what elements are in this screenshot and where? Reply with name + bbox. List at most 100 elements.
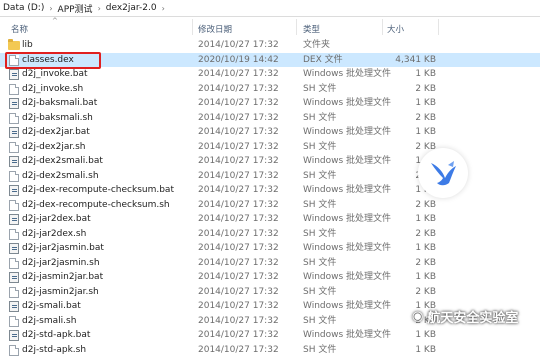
column-date[interactable]: 修改日期 xyxy=(198,23,232,35)
file-type: SH 文件 xyxy=(303,83,336,96)
chevron-right-icon[interactable]: › xyxy=(160,4,167,13)
file-type: DEX 文件 xyxy=(303,54,343,67)
file-date: 2014/10/27 17:32 xyxy=(198,286,279,299)
column-type[interactable]: 类型 xyxy=(303,23,320,35)
file-row[interactable]: d2j-jasmin2jar.bat2014/10/27 17:32Window… xyxy=(0,270,540,285)
file-date: 2014/10/27 17:32 xyxy=(198,97,279,110)
file-type: SH 文件 xyxy=(303,315,336,328)
file-row[interactable]: d2j-jar2jasmin.sh 2014/10/27 17:32 SH 文件 2 … xyxy=(0,256,540,271)
file-name: d2j-dex-recompute-checksum.bat xyxy=(22,184,174,197)
file-type: Windows 批处理文件 xyxy=(303,329,391,342)
file-name: d2j-jar2jasmin.bat xyxy=(22,242,104,255)
column-divider[interactable] xyxy=(382,19,383,35)
file-date: 2014/10/27 17:32 xyxy=(198,257,279,270)
file-row[interactable]: d2j-baksmali.bat2014/10/27 17:32Windows … xyxy=(0,96,540,111)
batch-file-icon xyxy=(9,330,19,341)
column-divider[interactable] xyxy=(192,19,193,35)
file-row[interactable]: d2j-std-apk.bat 2014/10/27 17:32 Windows 批… xyxy=(0,328,540,343)
column-header: ^ 名称 修改日期 类型 大小 xyxy=(0,17,540,37)
file-name: d2j-smali.sh xyxy=(22,315,76,328)
file-row[interactable]: d2j-baksmali.sh2014/10/27 17:32SH 文件2 KB xyxy=(0,111,540,126)
batch-file-icon xyxy=(9,214,19,225)
file-name: d2j-jar2jasmin.sh xyxy=(22,257,100,270)
file-name: d2j_invoke.bat xyxy=(22,68,88,81)
file-type: Windows 批处理文件 xyxy=(303,97,391,110)
file-row[interactable]: d2j_invoke.sh2014/10/27 17:32SH 文件2 KB xyxy=(0,82,540,97)
file-row[interactable]: d2j-jar2jasmin.bat2014/10/27 17:32Window… xyxy=(0,241,540,256)
file-row[interactable]: d2j_invoke.bat 2014/10/27 17:32 Windows 批处… xyxy=(0,67,540,82)
file-name: d2j-std-apk.sh xyxy=(22,344,86,357)
file-date: 2020/10/19 14:42 xyxy=(198,54,279,67)
file-type: SH 文件 xyxy=(303,199,336,212)
file-name: d2j-smali.bat xyxy=(22,300,81,313)
file-icon xyxy=(9,316,19,327)
file-size: 1 KB xyxy=(415,271,436,284)
file-type: Windows 批处理文件 xyxy=(303,184,391,197)
watermark: ◉ 航天安全实验室 xyxy=(412,304,536,328)
file-name: lib xyxy=(22,39,33,52)
batch-file-icon xyxy=(9,272,19,283)
file-icon xyxy=(9,229,19,240)
file-name: d2j-jasmin2jar.sh xyxy=(22,286,99,299)
breadcrumb: Data (D:) › APP测试 › dex2jar-2.0 › xyxy=(0,0,540,17)
file-size: 1 KB xyxy=(415,344,436,357)
breadcrumb-current[interactable]: dex2jar-2.0 xyxy=(103,3,160,13)
file-row[interactable]: lib2014/10/27 17:32文件夹 xyxy=(0,38,540,53)
file-name: d2j-dex2jar.sh xyxy=(22,141,85,154)
file-size: 4,341 KB xyxy=(395,54,436,67)
file-name: d2j-std-apk.bat xyxy=(22,329,90,342)
folder-icon xyxy=(8,41,20,50)
file-size: 2 KB xyxy=(415,199,436,212)
chevron-right-icon[interactable]: › xyxy=(47,4,54,13)
file-name: d2j-dex2jar.bat xyxy=(22,126,90,139)
column-size[interactable]: 大小 xyxy=(387,23,404,35)
breadcrumb-folder[interactable]: APP测试 xyxy=(55,2,96,15)
file-date: 2014/10/27 17:32 xyxy=(198,141,279,154)
file-row[interactable]: d2j-std-apk.sh2014/10/27 17:32SH 文件1 KB xyxy=(0,343,540,357)
file-name: d2j-dex2smali.bat xyxy=(22,155,103,168)
file-row[interactable]: d2j-dex2jar.bat2014/10/27 17:32Windows 批… xyxy=(0,125,540,140)
file-icon xyxy=(9,345,19,356)
file-row[interactable]: d2j-dex-recompute-checksum.sh2014/10/27 … xyxy=(0,198,540,213)
file-type: SH 文件 xyxy=(303,170,336,183)
file-size: 2 KB xyxy=(415,286,436,299)
watermark-text: 航天安全实验室 xyxy=(427,307,518,326)
batch-file-icon xyxy=(9,243,19,254)
file-icon xyxy=(9,113,19,124)
column-divider[interactable] xyxy=(296,19,297,35)
file-type: Windows 批处理文件 xyxy=(303,155,391,168)
file-date: 2014/10/27 17:32 xyxy=(198,83,279,96)
file-date: 2014/10/27 17:32 xyxy=(198,329,279,342)
breadcrumb-drive[interactable]: Data (D:) xyxy=(0,3,47,13)
file-type: SH 文件 xyxy=(303,257,336,270)
file-name: d2j-jar2dex.sh xyxy=(22,228,86,241)
file-row[interactable]: d2j-jar2dex.sh2014/10/27 17:32SH 文件2 KB xyxy=(0,227,540,242)
batch-file-icon xyxy=(9,98,19,109)
file-date: 2014/10/27 17:32 xyxy=(198,126,279,139)
file-type: SH 文件 xyxy=(303,141,336,154)
file-type: Windows 批处理文件 xyxy=(303,300,391,313)
wechat-icon: ◉ xyxy=(412,309,423,324)
sort-caret-icon: ^ xyxy=(52,17,58,25)
file-date: 2014/10/27 17:32 xyxy=(198,68,279,81)
batch-file-icon xyxy=(9,185,19,196)
file-row[interactable]: d2j-jar2dex.bat2014/10/27 17:32Windows 批… xyxy=(0,212,540,227)
column-divider[interactable] xyxy=(438,19,439,35)
file-type: SH 文件 xyxy=(303,344,336,357)
column-name[interactable]: 名称 xyxy=(11,23,28,35)
chevron-right-icon[interactable]: › xyxy=(96,4,103,13)
batch-file-icon xyxy=(9,69,19,80)
file-date: 2014/10/27 17:32 xyxy=(198,271,279,284)
file-type: Windows 批处理文件 xyxy=(303,68,391,81)
file-name: d2j-jasmin2jar.bat xyxy=(22,271,103,284)
file-size: 2 KB xyxy=(415,257,436,270)
bird-logo-icon xyxy=(418,148,468,198)
file-size: 2 KB xyxy=(415,112,436,125)
file-date: 2014/10/27 17:32 xyxy=(198,300,279,313)
batch-file-icon xyxy=(9,301,19,312)
file-row[interactable]: d2j-jasmin2jar.sh2014/10/27 17:32SH 文件2 … xyxy=(0,285,540,300)
file-name: d2j-dex2smali.sh xyxy=(22,170,99,183)
file-icon xyxy=(9,200,19,211)
file-date: 2014/10/27 17:32 xyxy=(198,228,279,241)
file-date: 2014/10/27 17:32 xyxy=(198,112,279,125)
